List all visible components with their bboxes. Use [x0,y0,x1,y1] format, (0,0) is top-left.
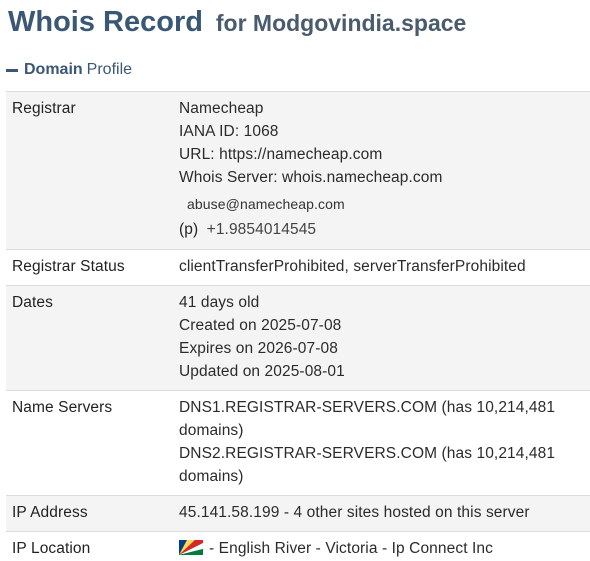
registrar-value: Namecheap IANA ID: 1068 URL: https://nam… [173,91,590,250]
registrar-url[interactable]: URL: https://namecheap.com [179,143,590,166]
dates-row: Dates 41 days old Created on 2025-07-08 … [6,285,590,391]
registrar-status-label: Registrar Status [6,249,173,286]
ip-address-value: 45.141.58.199 - 4 other sites hosted on … [173,495,590,532]
registrar-status-row: Registrar Status clientTransferProhibite… [6,249,590,286]
name-servers-row: Name Servers DNS1.REGISTRAR-SERVERS.COM … [6,390,590,496]
name-servers-value: DNS1.REGISTRAR-SERVERS.COM (has 10,214,4… [173,390,590,496]
registrar-abuse-line: abuse@namecheap.com [179,189,590,218]
seychelles-flag-icon [179,540,203,555]
domain-age: 41 days old [179,294,260,311]
title-domain: for Modgovindia.space [215,10,467,36]
registrar-phone: +1.9854014545 [206,221,317,238]
registrar-label: Registrar [6,91,173,250]
updated-date: Updated on 2025-08-01 [179,363,345,380]
whois-page: Whois Record for Modgovindia.space Domai… [0,0,590,561]
registrar-status-value: clientTransferProhibited, serverTransfer… [173,249,590,286]
created-date: Created on 2025-07-08 [179,317,342,334]
ip-location-row: IP Location - English River - Victoria -… [6,531,590,561]
name-server-2: DNS2.REGISTRAR-SERVERS.COM (has 10,214,4… [179,445,556,485]
dates-value: 41 days old Created on 2025-07-08 Expire… [173,285,590,391]
ip-address-row: IP Address 45.141.58.199 - 4 other sites… [6,495,590,532]
registrar-row: Registrar Namecheap IANA ID: 1068 URL: h… [6,91,590,250]
ip-address-label: IP Address [6,495,173,532]
registrar-abuse-email: abuse@namecheap.com [187,196,345,212]
phone-tag: (p) [179,221,199,238]
registrar-whois-server: Whois Server: whois.namecheap.com [179,169,443,186]
ip-location-text: - English River - Victoria - Ip Connect … [209,540,493,557]
section-label-light: Profile [86,61,133,78]
collapse-minus-icon [6,69,18,72]
ip-location-value: - English River - Victoria - Ip Connect … [173,531,590,561]
registrar-iana: IANA ID: 1068 [179,123,279,140]
page-title: Whois Record for Modgovindia.space [8,2,466,39]
domain-profile-table: Registrar Namecheap IANA ID: 1068 URL: h… [6,91,590,561]
title-main: Whois Record [8,6,203,38]
dates-label: Dates [6,285,173,391]
registrar-name: Namecheap [179,100,264,117]
domain-profile-toggle[interactable]: Domain Profile [6,61,132,79]
registrar-phone-line: (p) +1.9854014545 [179,218,590,242]
name-servers-label: Name Servers [6,390,173,496]
ip-location-label: IP Location [6,531,173,561]
name-server-1: DNS1.REGISTRAR-SERVERS.COM (has 10,214,4… [179,399,556,439]
section-label-strong: Domain [24,61,83,78]
expires-date: Expires on 2026-07-08 [179,340,338,357]
